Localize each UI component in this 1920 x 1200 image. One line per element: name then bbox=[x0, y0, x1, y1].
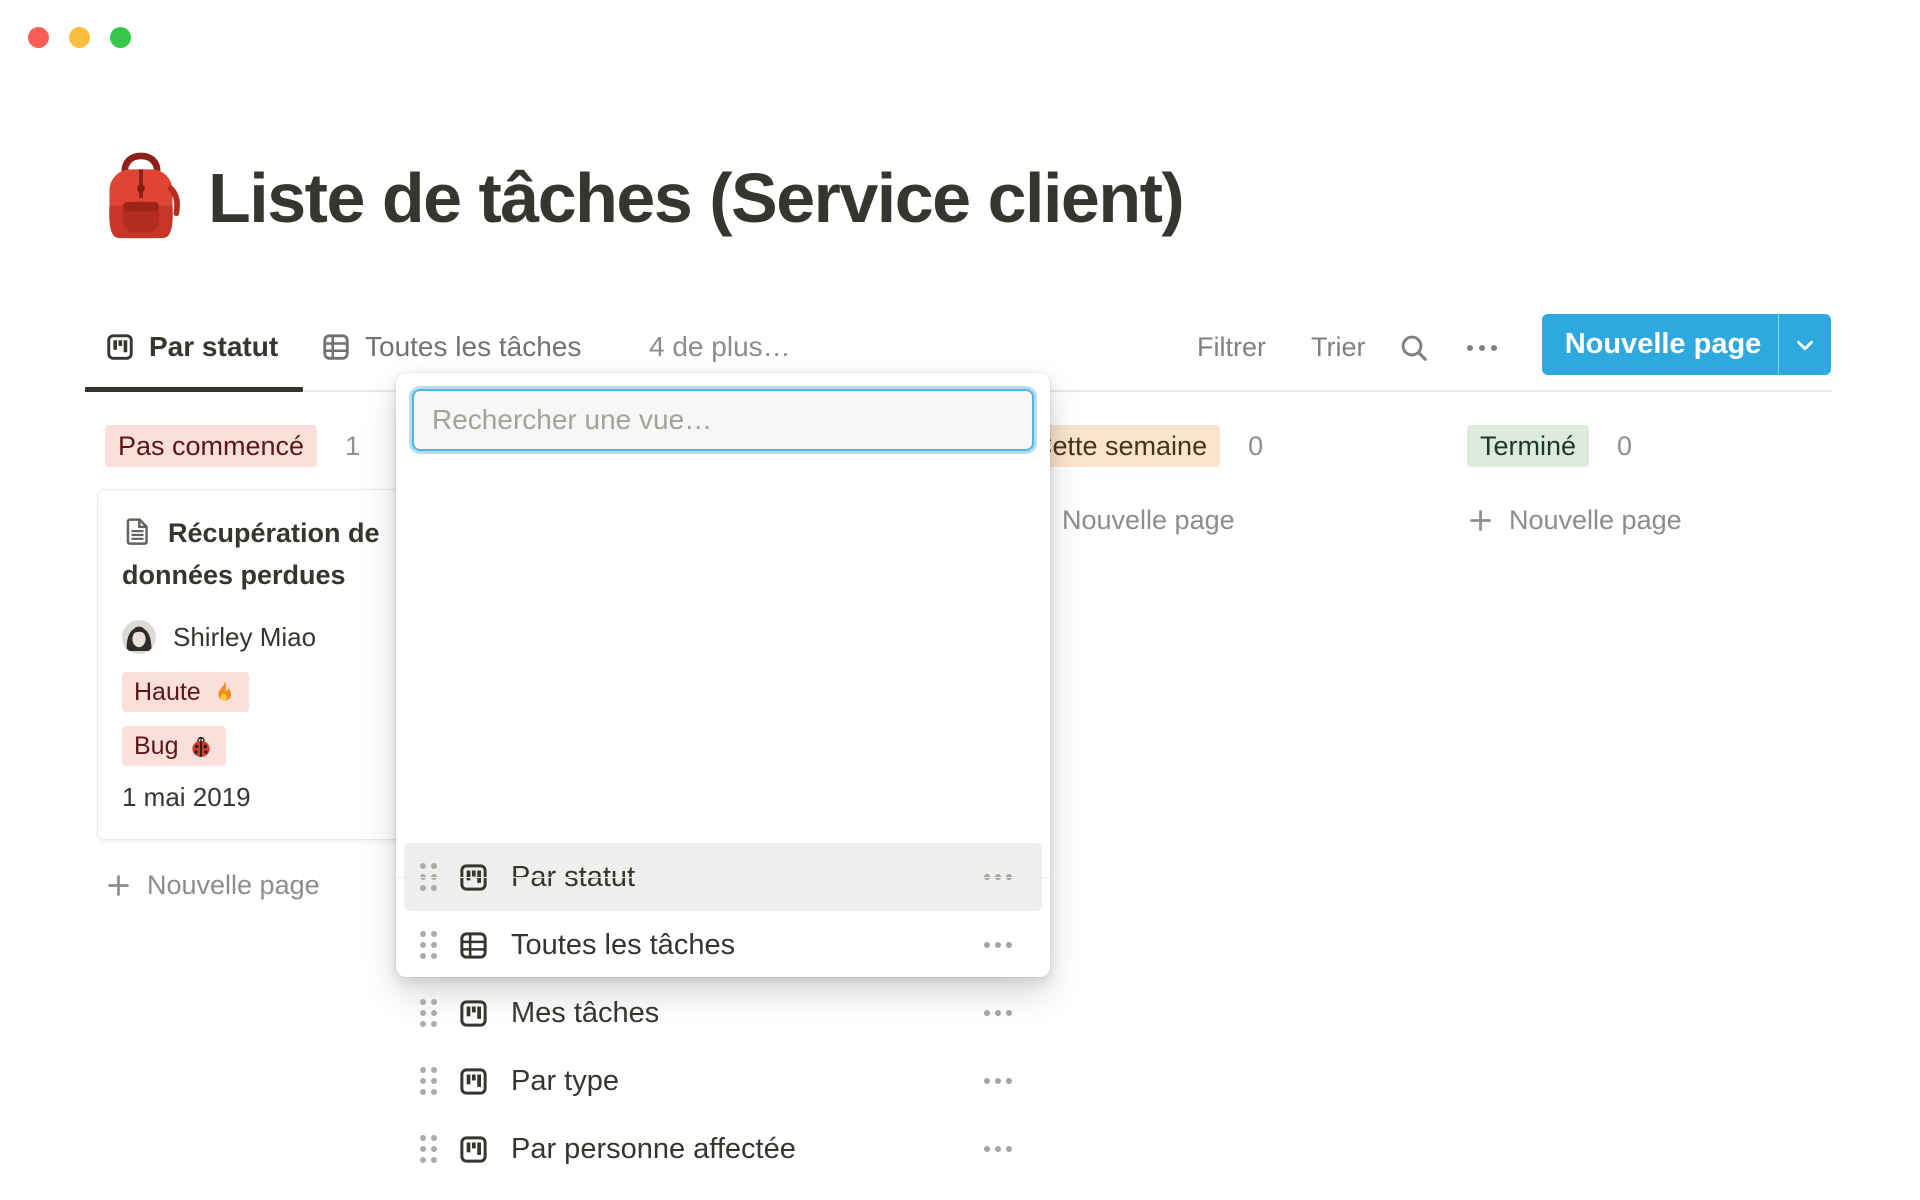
task-card[interactable]: Récupération de données perdues Shirley … bbox=[97, 489, 430, 840]
tab-par-statut[interactable]: Par statut bbox=[105, 328, 278, 366]
new-page-link-label: Nouvelle page bbox=[1062, 505, 1235, 536]
active-tab-underline bbox=[85, 387, 303, 392]
type-tag: Bug bbox=[122, 726, 226, 766]
ladybug-emoji-icon bbox=[188, 733, 214, 759]
view-item-label: Par type bbox=[511, 1065, 984, 1098]
page-header: Liste de tâches (Service client) bbox=[98, 150, 1183, 246]
menu-divider bbox=[396, 877, 1050, 878]
more-tabs-button[interactable]: 4 de plus… bbox=[649, 328, 791, 366]
priority-tag: Haute bbox=[122, 672, 249, 712]
sort-button[interactable]: Trier bbox=[1311, 328, 1366, 366]
view-item-options-icon[interactable] bbox=[984, 1078, 1012, 1084]
ellipsis-icon bbox=[1467, 345, 1497, 351]
table-view-icon bbox=[321, 332, 351, 362]
status-badge[interactable]: Pas commencé bbox=[105, 425, 317, 467]
new-page-link-termine[interactable]: Nouvelle page bbox=[1467, 505, 1682, 536]
column-header-termine: Terminé 0 bbox=[1467, 425, 1632, 467]
view-menu-item-toutes-les-taches[interactable]: Toutes les tâches bbox=[404, 911, 1042, 979]
status-badge[interactable]: Terminé bbox=[1467, 425, 1589, 467]
new-page-link-label: Nouvelle page bbox=[1509, 505, 1682, 536]
plus-icon bbox=[1467, 507, 1494, 534]
view-item-label: Mes tâches bbox=[511, 997, 984, 1030]
view-item-options-icon[interactable] bbox=[984, 1146, 1012, 1152]
status-badge[interactable]: Cette semaine bbox=[1020, 425, 1220, 467]
new-page-dropdown-button[interactable] bbox=[1779, 314, 1831, 375]
view-menu-item-par-type[interactable]: Par type bbox=[404, 1047, 1042, 1115]
drag-handle-icon[interactable] bbox=[420, 1135, 437, 1163]
drag-handle-icon[interactable] bbox=[420, 999, 437, 1027]
table-view-icon bbox=[458, 930, 489, 961]
board-view-icon bbox=[458, 1134, 489, 1165]
filter-button[interactable]: Filtrer bbox=[1197, 328, 1266, 366]
view-menu-item-mes-taches[interactable]: Mes tâches bbox=[404, 979, 1042, 1047]
tab-label: Toutes les tâches bbox=[365, 331, 581, 363]
search-icon bbox=[1398, 332, 1430, 364]
drag-handle-icon[interactable] bbox=[420, 931, 437, 959]
views-dropdown-menu: Par statut Toutes les tâches Mes tâches … bbox=[396, 373, 1050, 977]
view-menu-item-par-personne-affectee[interactable]: Par personne affectée bbox=[404, 1115, 1042, 1183]
chevron-down-icon bbox=[1792, 332, 1818, 358]
avatar bbox=[122, 620, 156, 654]
page-title: Liste de tâches (Service client) bbox=[208, 158, 1183, 238]
view-item-options-icon[interactable] bbox=[984, 942, 1012, 948]
tab-toutes-les-taches[interactable]: Toutes les tâches bbox=[321, 328, 581, 366]
new-page-button-label: Nouvelle page bbox=[1542, 314, 1778, 375]
tab-label: Par statut bbox=[149, 331, 278, 363]
page-icon bbox=[122, 516, 153, 547]
column-count: 1 bbox=[345, 431, 360, 462]
more-options-button[interactable] bbox=[1458, 330, 1506, 366]
view-menu-item-date-echeance[interactable]: Date d'échéance bbox=[404, 1183, 1042, 1200]
window-controls bbox=[28, 27, 131, 48]
zoom-window-button[interactable] bbox=[110, 27, 131, 48]
new-page-link-pas-commence[interactable]: Nouvelle page bbox=[105, 870, 320, 901]
card-due-date: 1 mai 2019 bbox=[122, 782, 405, 813]
view-search-input[interactable] bbox=[412, 389, 1034, 451]
board-view-icon bbox=[105, 332, 135, 362]
column-header-pas-commence: Pas commencé 1 bbox=[105, 425, 360, 467]
view-item-options-icon[interactable] bbox=[984, 1010, 1012, 1016]
new-page-link-cette-semaine[interactable]: Nouvelle page bbox=[1020, 505, 1235, 536]
board-view-icon bbox=[458, 998, 489, 1029]
assignee-name: Shirley Miao bbox=[173, 622, 316, 653]
plus-icon bbox=[105, 872, 132, 899]
close-window-button[interactable] bbox=[28, 27, 49, 48]
app-window: Liste de tâches (Service client) Par sta… bbox=[0, 0, 1920, 1200]
backpack-emoji-icon bbox=[98, 150, 184, 246]
view-item-label: Toutes les tâches bbox=[511, 929, 984, 962]
minimize-window-button[interactable] bbox=[69, 27, 90, 48]
fire-emoji-icon bbox=[211, 679, 237, 705]
card-title: Récupération de données perdues bbox=[122, 512, 414, 596]
search-button[interactable] bbox=[1396, 330, 1432, 366]
column-header-cette-semaine: Cette semaine 0 bbox=[1020, 425, 1263, 467]
new-page-link-label: Nouvelle page bbox=[147, 870, 320, 901]
column-count: 0 bbox=[1248, 431, 1263, 462]
drag-handle-icon[interactable] bbox=[420, 1067, 437, 1095]
column-count: 0 bbox=[1617, 431, 1632, 462]
card-assignee: Shirley Miao bbox=[122, 620, 405, 654]
view-item-label: Par personne affectée bbox=[511, 1133, 984, 1166]
new-page-button[interactable]: Nouvelle page bbox=[1542, 314, 1831, 375]
board-view-icon bbox=[458, 1066, 489, 1097]
